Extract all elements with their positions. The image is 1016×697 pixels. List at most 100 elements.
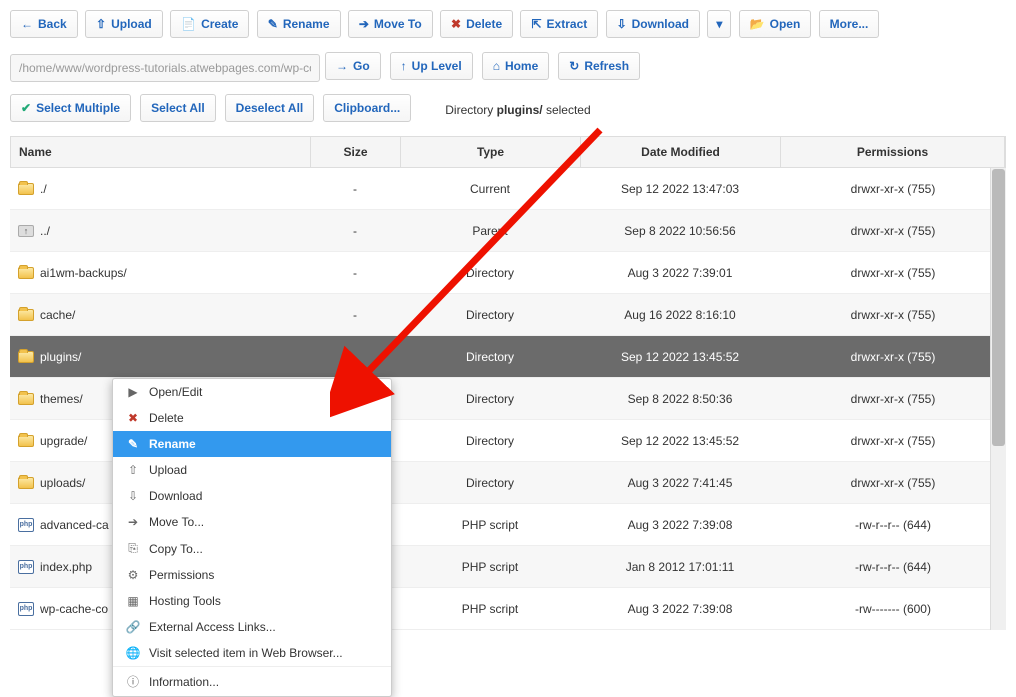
permissions-icon: ⚙ (125, 568, 141, 582)
table-row[interactable]: ↑../-ParentSep 8 2022 10:56:56drwxr-xr-x… (10, 210, 1006, 252)
cell-perm: -rw-r--r-- (644) (780, 550, 1006, 584)
download-split-button[interactable]: ▾ (707, 10, 731, 38)
context-upload[interactable]: ⇧ Upload (113, 457, 391, 483)
upload-icon: ⇧ (125, 463, 141, 477)
context-label: Permissions (149, 568, 214, 582)
folder-icon (18, 435, 34, 447)
grid-header: Name Size Type Date Modified Permissions (10, 136, 1006, 168)
rename-icon: ✎ (125, 437, 141, 451)
upload-button[interactable]: ⇧Upload (85, 10, 163, 38)
uplevel-button[interactable]: ↑Up Level (390, 52, 473, 80)
home-icon: ⌂ (493, 59, 500, 73)
file-name-label: themes/ (40, 392, 83, 406)
pencil-icon: ✎ (268, 17, 278, 31)
selection-status: Directory plugins/ selected (445, 103, 590, 117)
folder-icon (18, 393, 34, 405)
context-copy-to[interactable]: ⎘Copy To... (113, 535, 391, 562)
context-delete[interactable]: ✖Delete (113, 405, 391, 431)
file-name-label: ai1wm-backups/ (40, 266, 127, 280)
cell-perm: -rw------- (600) (780, 592, 1006, 626)
context-label: Visit selected item in Web Browser... (149, 646, 343, 660)
cell-type: PHP script (400, 550, 580, 584)
create-button[interactable]: 📄Create (170, 10, 249, 38)
cell-date: Sep 12 2022 13:47:03 (580, 172, 780, 206)
file-name-label: wp-cache-co (40, 602, 108, 616)
header-perm[interactable]: Permissions (781, 137, 1005, 167)
cell-type: Directory (400, 340, 580, 374)
context-label: External Access Links... (149, 620, 276, 634)
context-information[interactable]: ⓘInformation... (113, 667, 391, 696)
table-row[interactable]: cache/-DirectoryAug 16 2022 8:16:10drwxr… (10, 294, 1006, 336)
file-name-label: upgrade/ (40, 434, 87, 448)
context-label: Upload (149, 463, 187, 477)
delete-button[interactable]: ✖Delete (440, 10, 513, 38)
context-external-links[interactable]: 🔗 External Access Links... (113, 614, 391, 640)
go-button[interactable]: →Go (325, 52, 381, 80)
arrow-up-icon: ↑ (401, 59, 407, 73)
header-name[interactable]: Name (11, 137, 311, 167)
file-name-label: advanced-ca (40, 518, 109, 532)
copy-to-icon: ⎘ (125, 541, 141, 556)
caret-down-icon: ▾ (716, 17, 722, 31)
context-open-edit[interactable]: ▶Open/Edit (113, 379, 391, 405)
cell-perm: drwxr-xr-x (755) (780, 172, 1006, 206)
more-button[interactable]: More... (819, 10, 880, 38)
open-button[interactable]: 📂Open (739, 10, 812, 38)
cell-date: Sep 12 2022 13:45:52 (580, 340, 780, 374)
cell-type: Directory (400, 382, 580, 416)
cell-type: Directory (400, 466, 580, 500)
header-date[interactable]: Date Modified (581, 137, 781, 167)
refresh-button[interactable]: ↻Refresh (558, 52, 640, 80)
cell-size: - (310, 340, 400, 374)
path-toolbar: →Go ↑Up Level ⌂Home ↻Refresh (10, 52, 1006, 84)
cell-date: Aug 3 2022 7:39:08 (580, 592, 780, 626)
context-permissions[interactable]: ⚙ Permissions (113, 562, 391, 588)
visit-browser-icon: 🌐 (125, 646, 141, 660)
open-edit-icon: ▶ (125, 385, 141, 399)
cell-perm: drwxr-xr-x (755) (780, 340, 1006, 374)
file-name-label: ../ (40, 224, 50, 238)
external-links-icon: 🔗 (125, 620, 141, 634)
header-type[interactable]: Type (401, 137, 581, 167)
hosting-tools-icon: ▦ (125, 594, 141, 608)
cell-type: Directory (400, 256, 580, 290)
context-rename[interactable]: ✎Rename (113, 431, 391, 457)
header-size[interactable]: Size (311, 137, 401, 167)
rename-button[interactable]: ✎Rename (257, 10, 341, 38)
context-hosting-tools[interactable]: ▦Hosting Tools (113, 588, 391, 614)
context-download[interactable]: ⇩Download (113, 483, 391, 509)
select-all-button[interactable]: Select All (140, 94, 216, 122)
cell-perm: drwxr-xr-x (755) (780, 214, 1006, 248)
home-button[interactable]: ⌂Home (482, 52, 550, 80)
cell-date: Aug 3 2022 7:41:45 (580, 466, 780, 500)
table-row[interactable]: ai1wm-backups/ -DirectoryAug 3 2022 7:39:… (10, 252, 1006, 294)
scrollbar[interactable] (990, 168, 1006, 630)
select-multiple-button[interactable]: ✔Select Multiple (10, 94, 131, 122)
cell-date: Aug 3 2022 7:39:01 (580, 256, 780, 290)
context-visit-browser[interactable]: 🌐 Visit selected item in Web Browser... (113, 640, 391, 666)
cell-date: Jan 8 2012 17:01:11 (580, 550, 780, 584)
cell-perm: drwxr-xr-x (755) (780, 466, 1006, 500)
create-icon: 📄 (181, 17, 196, 31)
cell-type: Directory (400, 424, 580, 458)
cell-size: - (310, 256, 400, 290)
download-button[interactable]: ⇩Download (606, 10, 700, 38)
table-row[interactable]: plugins/-DirectorySep 12 2022 13:45:52dr… (10, 336, 1006, 378)
context-menu: ▶Open/Edit✖Delete✎Rename ⇧ Upload ⇩Download… (112, 378, 392, 697)
back-button[interactable]: ←Back (10, 10, 78, 38)
deselect-all-button[interactable]: Deselect All (225, 94, 315, 122)
cell-perm: drwxr-xr-x (755) (780, 298, 1006, 332)
move-to-icon: ➔ (125, 515, 141, 529)
up-folder-icon: ↑ (18, 225, 34, 237)
extract-button[interactable]: ⇱Extract (520, 10, 598, 38)
context-move-to[interactable]: ➔Move To... (113, 509, 391, 535)
cell-type: PHP script (400, 592, 580, 626)
scroll-thumb[interactable] (992, 169, 1005, 446)
path-input[interactable] (10, 54, 320, 82)
clipboard-button[interactable]: Clipboard... (323, 94, 411, 122)
move-to-button[interactable]: ➔Move To (348, 10, 433, 38)
open-icon: 📂 (750, 17, 765, 31)
arrow-left-icon: ← (21, 17, 33, 31)
table-row[interactable]: ./-CurrentSep 12 2022 13:47:03drwxr-xr-x… (10, 168, 1006, 210)
folder-icon (18, 351, 34, 363)
